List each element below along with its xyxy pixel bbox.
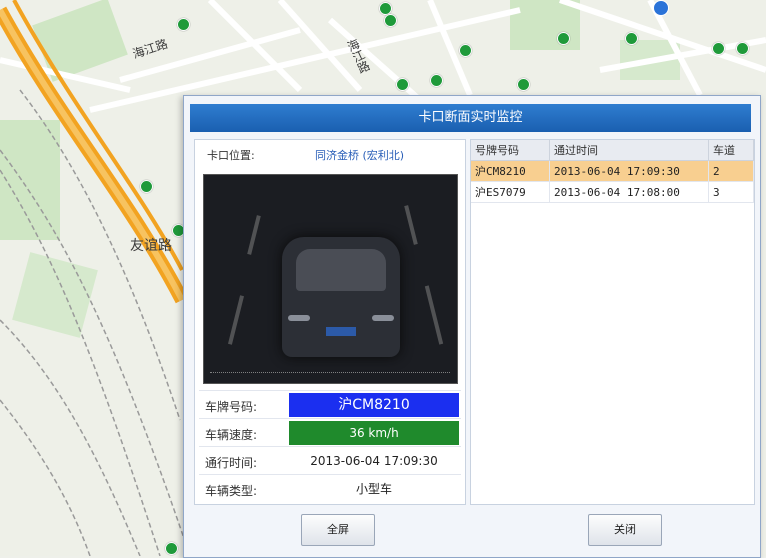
speed-label: 车辆速度: xyxy=(205,428,258,442)
column-header-lane[interactable]: 车道 xyxy=(708,140,754,161)
vehicle-headlight xyxy=(288,315,310,321)
type-value: 小型车 xyxy=(355,482,392,496)
lane-marking xyxy=(228,295,244,345)
lane-marking xyxy=(247,215,261,255)
dialog-title[interactable]: 卡口断面实时监控 xyxy=(190,104,751,132)
table-header-row: 号牌号码 通过时间 车道 xyxy=(471,140,754,161)
park-area xyxy=(510,0,580,50)
map-poi-icon[interactable] xyxy=(140,180,153,193)
map-poi-icon[interactable] xyxy=(517,78,530,91)
time-label: 通行时间: xyxy=(205,456,258,470)
map-poi-icon[interactable] xyxy=(177,18,190,31)
map-poi-icon[interactable] xyxy=(557,32,570,45)
pass-records-panel: 号牌号码 通过时间 车道 沪CM8210 2013-06-04 17:09:30… xyxy=(470,139,755,505)
cell-lane: 3 xyxy=(708,181,754,203)
vehicle-plate-image xyxy=(326,327,356,336)
camera-snapshot xyxy=(203,174,458,384)
map-poi-icon[interactable] xyxy=(736,42,749,55)
map-poi-icon[interactable] xyxy=(165,542,178,555)
location-row: 卡口位置: 同济金桥 (宏利北) xyxy=(195,140,465,168)
cell-plate: 沪ES7079 xyxy=(471,181,550,203)
map-poi-icon[interactable] xyxy=(459,44,472,57)
close-button[interactable]: 关闭 xyxy=(588,514,662,546)
table-row[interactable]: 沪ES7079 2013-06-04 17:08:00 3 xyxy=(471,181,754,203)
lane-marking xyxy=(424,285,444,345)
speed-value: 36 km/h xyxy=(289,421,459,445)
checkpoint-monitor-dialog: 卡口断面实时监控 卡口位置: 同济金桥 (宏利北) 车牌号码: 沪CM8210 … xyxy=(183,95,761,558)
map-poi-icon[interactable] xyxy=(384,14,397,27)
time-row: 通行时间: 2013-06-04 17:09:30 xyxy=(199,446,461,475)
speed-row: 车辆速度: 36 km/h xyxy=(199,418,461,447)
map-poi-icon[interactable] xyxy=(430,74,443,87)
pass-records-table: 号牌号码 通过时间 车道 沪CM8210 2013-06-04 17:09:30… xyxy=(471,140,754,203)
map-background[interactable]: 海江路 海江路 友谊路 卡口断面实时监控 卡口位置: 同济金桥 (宏利北) 车牌… xyxy=(0,0,766,558)
column-header-plate[interactable]: 号牌号码 xyxy=(471,140,550,161)
plate-label: 车牌号码: xyxy=(205,400,258,414)
fullscreen-button[interactable]: 全屏 xyxy=(301,514,375,546)
map-road-label: 友谊路 xyxy=(130,238,172,254)
location-label: 卡口位置: xyxy=(207,149,255,162)
plate-value: 沪CM8210 xyxy=(289,393,459,417)
type-label: 车辆类型: xyxy=(205,484,258,498)
map-poi-icon[interactable] xyxy=(396,78,409,91)
cell-plate: 沪CM8210 xyxy=(471,160,550,182)
snapshot-caption-strip xyxy=(210,372,450,381)
plate-row: 车牌号码: 沪CM8210 xyxy=(199,390,461,419)
cell-time: 2013-06-04 17:08:00 xyxy=(549,181,709,203)
vehicle-detail-panel: 卡口位置: 同济金桥 (宏利北) 车牌号码: 沪CM8210 车辆速度: 36 … xyxy=(194,139,466,505)
vehicle-windshield xyxy=(296,249,386,291)
type-row: 车辆类型: 小型车 xyxy=(199,474,461,503)
location-value: 同济金桥 (宏利北) xyxy=(315,149,405,162)
table-row[interactable]: 沪CM8210 2013-06-04 17:09:30 2 xyxy=(471,160,754,182)
time-value: 2013-06-04 17:09:30 xyxy=(310,454,438,468)
map-poi-icon[interactable] xyxy=(712,42,725,55)
map-parking-icon[interactable] xyxy=(653,0,669,16)
lane-marking xyxy=(404,205,418,245)
vehicle-headlight xyxy=(372,315,394,321)
cell-time: 2013-06-04 17:09:30 xyxy=(549,160,709,182)
map-poi-icon[interactable] xyxy=(625,32,638,45)
cell-lane: 2 xyxy=(708,160,754,182)
column-header-time[interactable]: 通过时间 xyxy=(549,140,709,161)
